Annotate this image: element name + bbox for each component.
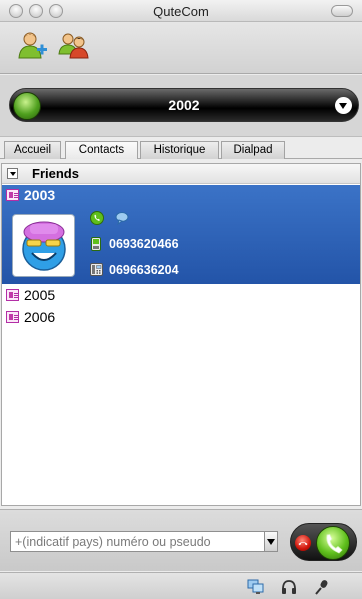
add-contact-button[interactable]	[16, 30, 50, 62]
status-bar	[0, 572, 362, 599]
toolbar-toggle-button[interactable]	[331, 5, 353, 17]
contacts-group-icon	[58, 33, 89, 59]
contacts-group-button[interactable]	[58, 30, 92, 62]
avatar	[12, 214, 75, 277]
microphone-icon	[315, 580, 328, 595]
mobile-phone-icon	[91, 237, 101, 254]
tab-accueil[interactable]: Accueil	[4, 141, 61, 159]
account-dropdown-button[interactable]	[335, 97, 352, 114]
group-collapse-button[interactable]	[7, 168, 18, 179]
contact-name: 2005	[24, 287, 56, 303]
contact-row-2005[interactable]: 2005	[2, 285, 360, 307]
phone-number-input[interactable]	[10, 531, 266, 552]
contact-card-icon	[6, 311, 19, 323]
phone-call-icon	[90, 211, 104, 225]
chat-bubble-icon	[115, 212, 129, 226]
contact-card-icon	[6, 189, 19, 201]
group-header[interactable]: Friends	[2, 164, 360, 184]
hangup-icon	[298, 542, 308, 546]
contact-name: 2006	[24, 309, 56, 325]
add-contact-icon	[18, 32, 47, 59]
tab-dialpad[interactable]: Dialpad	[221, 141, 285, 159]
contact-row-2006[interactable]: 2006	[2, 307, 360, 329]
phone-call-icon	[326, 534, 343, 554]
phone-number[interactable]: 0696636204	[109, 263, 179, 277]
microphone-button[interactable]	[313, 578, 331, 596]
account-bar: 2002	[0, 75, 362, 137]
chat-contact-button[interactable]	[115, 211, 129, 228]
tab-historique[interactable]: Historique	[140, 141, 219, 159]
network-status-button[interactable]	[247, 578, 265, 596]
tab-contacts[interactable]: Contacts	[65, 141, 138, 159]
account-selector[interactable]: 2002	[9, 88, 359, 122]
account-name: 2002	[168, 97, 200, 113]
number-history-dropdown[interactable]	[264, 531, 278, 552]
landline-phone-icon	[90, 263, 103, 279]
title-bar: QuteCom	[0, 0, 362, 22]
headphones-icon	[282, 580, 296, 594]
call-controls	[290, 523, 357, 561]
selected-contact[interactable]: 2003 0693620466 0696636204	[2, 185, 360, 284]
call-button[interactable]	[316, 526, 350, 560]
toolbar	[0, 22, 362, 74]
smiley-avatar-icon	[22, 221, 66, 271]
audio-output-button[interactable]	[280, 578, 298, 596]
contact-name: 2003	[24, 187, 56, 203]
hangup-button[interactable]	[295, 535, 311, 551]
call-contact-button[interactable]	[90, 211, 104, 228]
dial-bar	[0, 509, 362, 571]
mobile-number[interactable]: 0693620466	[109, 237, 179, 251]
network-monitor-icon	[247, 579, 264, 594]
window-title: QuteCom	[153, 4, 209, 19]
tab-bar: Accueil Contacts Historique Dialpad	[0, 139, 362, 159]
contact-list: Friends 2003 0693620466 0696636204 2005 …	[1, 163, 361, 506]
contact-card-icon	[6, 289, 19, 301]
group-name: Friends	[32, 166, 79, 181]
